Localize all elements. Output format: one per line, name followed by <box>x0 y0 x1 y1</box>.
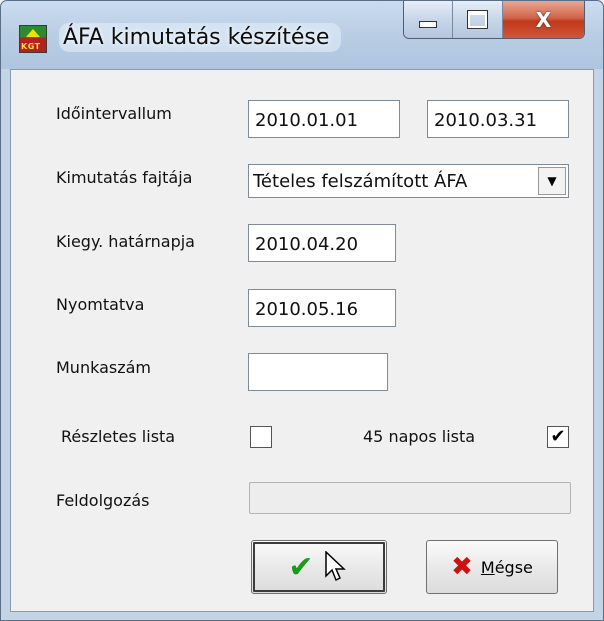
detailed-list-label: Részletes lista <box>61 427 176 446</box>
kgt-app-icon[interactable]: KGT <box>19 25 47 53</box>
close-icon: X <box>535 7 552 32</box>
45-day-list-checkbox[interactable]: ✔ <box>547 426 569 448</box>
deadline-label: Kiegy. határnapja <box>56 232 195 251</box>
mouse-cursor-icon <box>324 551 346 582</box>
minimize-button[interactable] <box>404 1 454 38</box>
printed-date-field[interactable]: 2010.05.16 <box>248 289 396 327</box>
cancel-button[interactable]: ✖ Mégse <box>426 540 558 594</box>
processing-progress-bar <box>249 482 571 514</box>
interval-label: Időintervallum <box>56 104 172 123</box>
dropdown-arrow-icon[interactable]: ▼ <box>538 167 566 195</box>
interval-from-field[interactable]: 2010.01.01 <box>248 100 400 138</box>
checkmark-icon: ✔ <box>288 549 314 585</box>
45-day-list-label: 45 napos lista <box>363 427 476 446</box>
dialog-client-area: Időintervallum 2010.01.01 2010.03.31 Kim… <box>10 69 594 612</box>
maximize-icon <box>467 10 489 29</box>
processing-label: Feldolgozás <box>56 491 150 510</box>
cancel-x-icon: ✖ <box>451 552 473 582</box>
job-number-label: Munkaszám <box>56 358 151 377</box>
deadline-field[interactable]: 2010.04.20 <box>248 224 396 262</box>
close-button[interactable]: X <box>502 1 584 38</box>
printed-label: Nyomtatva <box>56 295 145 314</box>
report-type-value: Tételes felszámított ÁFA <box>253 171 468 192</box>
report-type-label: Kimutatás fajtája <box>56 168 193 187</box>
caption-buttons: X <box>403 1 585 39</box>
title-bar[interactable]: KGT ÁFA kimutatás készítése X <box>1 1 603 69</box>
app-icon-text: KGT <box>21 42 41 51</box>
window-title: ÁFA kimutatás készítése <box>59 23 342 52</box>
dialog-window: KGT ÁFA kimutatás készítése X Időinterva… <box>0 0 604 621</box>
interval-to-field[interactable]: 2010.03.31 <box>427 100 569 138</box>
ok-button[interactable]: ✔ OK <box>251 540 387 594</box>
detailed-list-checkbox[interactable] <box>250 426 272 448</box>
job-number-field[interactable] <box>248 353 388 391</box>
report-type-select[interactable]: Tételes felszámított ÁFA ▼ <box>248 164 569 198</box>
minimize-icon <box>419 21 438 28</box>
maximize-button[interactable] <box>453 1 503 38</box>
cancel-button-label: Mégse <box>480 557 533 577</box>
